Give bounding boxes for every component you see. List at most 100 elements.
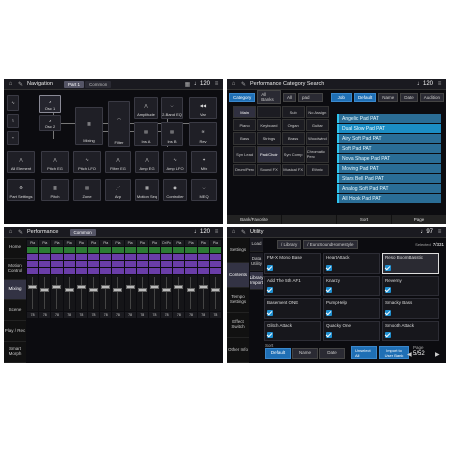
- sidebar-item-contents[interactable]: Contents: [227, 263, 249, 288]
- list-item[interactable]: Glitch Attack: [264, 320, 321, 341]
- cat-musical-fx[interactable]: Musical FX: [281, 163, 305, 176]
- knob-row[interactable]: [173, 254, 185, 260]
- edit-icon[interactable]: ✎: [17, 229, 24, 236]
- fader-handle[interactable]: [186, 288, 196, 292]
- job-button[interactable]: Job: [330, 92, 352, 102]
- category-filter[interactable]: Category: [229, 92, 256, 102]
- nav-osc2[interactable]: ⩘ Osc 2: [39, 115, 61, 131]
- fader-handle[interactable]: [113, 288, 123, 292]
- nav-eq-1[interactable]: ⌵ 2-Band EQ: [161, 97, 183, 119]
- part-select-button[interactable]: [75, 247, 87, 253]
- preset-row[interactable]: Analog Soft Pad PAT: [337, 184, 441, 193]
- next-page-icon[interactable]: ▶: [435, 351, 440, 358]
- knob-row[interactable]: [148, 268, 161, 274]
- knob-row[interactable]: [39, 261, 51, 267]
- knob-row[interactable]: [185, 254, 197, 260]
- knob-row[interactable]: [27, 261, 39, 267]
- preset-row[interactable]: Angelic Pad PAT: [337, 114, 441, 123]
- part-select-button[interactable]: [161, 247, 173, 253]
- knob-row[interactable]: [63, 254, 75, 260]
- knob-row[interactable]: [75, 268, 87, 274]
- cat-bass[interactable]: Bass: [233, 132, 257, 145]
- knob-row[interactable]: [27, 268, 39, 274]
- all-filter[interactable]: All: [282, 92, 296, 102]
- sort-name[interactable]: Name: [292, 348, 318, 359]
- knob-row[interactable]: [87, 254, 100, 260]
- fader-handle[interactable]: [64, 288, 74, 292]
- cat-drum-perc[interactable]: Drum/Perc: [233, 163, 257, 176]
- volume-fader[interactable]: [197, 275, 209, 311]
- nav-var[interactable]: ◀◀ Var: [189, 97, 217, 119]
- list-item[interactable]: Knarzy: [323, 275, 380, 296]
- check-icon[interactable]: [326, 264, 332, 271]
- preset-row[interactable]: Soft Pad PAT: [337, 144, 441, 153]
- edit-icon[interactable]: ✎: [240, 81, 247, 88]
- submenu-data-utility[interactable]: Data Utility: [250, 253, 263, 271]
- home-icon[interactable]: ⌂: [7, 81, 14, 88]
- nav-all-element[interactable]: ⋀ All Element: [7, 151, 35, 173]
- part-select-button[interactable]: [63, 247, 75, 253]
- nav-rev[interactable]: ≋ Rev: [189, 122, 217, 146]
- volume-fader[interactable]: [87, 275, 100, 311]
- sort-name[interactable]: Name: [378, 92, 399, 102]
- cat-organ[interactable]: Organ: [281, 119, 305, 132]
- list-item[interactable]: Basement ONE: [264, 298, 321, 319]
- sort-date[interactable]: Date: [319, 348, 345, 359]
- cat-piano[interactable]: Piano: [233, 119, 257, 132]
- cat-sound-fx[interactable]: Sound FX: [257, 163, 281, 176]
- knob-row[interactable]: [136, 261, 148, 267]
- volume-fader[interactable]: [27, 275, 39, 311]
- audition-button[interactable]: Audition: [419, 92, 444, 102]
- knob-row[interactable]: [197, 261, 209, 267]
- sidebar-item-scene[interactable]: Scene: [4, 300, 26, 322]
- knob-row[interactable]: [87, 268, 100, 274]
- fader-handle[interactable]: [52, 285, 62, 289]
- part-select-button[interactable]: [51, 247, 63, 253]
- knob-row[interactable]: [63, 261, 75, 267]
- nav-amp-eg[interactable]: ⋀ Amp EG: [135, 151, 159, 173]
- check-icon[interactable]: [385, 332, 391, 338]
- list-item[interactable]: Add The 5th AF1: [264, 275, 321, 296]
- check-icon[interactable]: [326, 287, 332, 293]
- fader-handle[interactable]: [76, 285, 86, 289]
- preset-row[interactable]: Airy Soft Pad PAT: [337, 134, 441, 143]
- nav-amp-lfo[interactable]: ∿ Amp LFO: [163, 151, 187, 173]
- tempo[interactable]: ♩120: [194, 229, 210, 235]
- breadcrumb-library[interactable]: / Library: [277, 239, 302, 249]
- edit-icon[interactable]: ✎: [17, 81, 24, 88]
- home-icon[interactable]: ⌂: [230, 229, 237, 236]
- knob-row[interactable]: [197, 254, 209, 260]
- part-select-button[interactable]: [27, 247, 39, 253]
- knob-row[interactable]: [39, 268, 51, 274]
- knob-row[interactable]: [161, 254, 173, 260]
- check-icon[interactable]: [385, 287, 391, 293]
- list-item[interactable]: HeartAttack: [323, 253, 380, 274]
- check-icon[interactable]: [267, 264, 273, 271]
- cat-syn-lead[interactable]: Syn Lead: [233, 145, 257, 163]
- list-item[interactable]: Smacky Bass: [382, 298, 439, 319]
- sidebar-item-settings[interactable]: Settings: [227, 238, 249, 263]
- check-icon[interactable]: [267, 309, 273, 316]
- list-item[interactable]: Quacky One: [323, 320, 380, 341]
- knob-row[interactable]: [87, 261, 100, 267]
- part-select-button[interactable]: [100, 247, 112, 253]
- knob-row[interactable]: [39, 254, 51, 260]
- part-select-button[interactable]: [197, 247, 209, 253]
- knob-row[interactable]: [51, 261, 63, 267]
- sort-default[interactable]: Default: [265, 348, 291, 359]
- cat-main[interactable]: Main: [233, 106, 257, 119]
- edit-icon[interactable]: ✎: [240, 229, 247, 236]
- part-select-button[interactable]: [87, 247, 100, 253]
- knob-row[interactable]: [136, 254, 148, 260]
- knob-row[interactable]: [136, 268, 148, 274]
- part-select-button[interactable]: [209, 247, 221, 253]
- tab-common[interactable]: Common: [85, 80, 112, 88]
- knob-row[interactable]: [148, 261, 161, 267]
- nav-pitch-eg[interactable]: ⋀ Pitch EG: [41, 151, 69, 173]
- bank-filter[interactable]: All Banks: [257, 90, 281, 104]
- check-icon[interactable]: [326, 332, 332, 338]
- knob-row[interactable]: [75, 261, 87, 267]
- knob-row[interactable]: [209, 268, 221, 274]
- preset-row[interactable]: All Hook Pad PAT: [337, 194, 441, 203]
- home-icon[interactable]: ⌂: [230, 81, 237, 88]
